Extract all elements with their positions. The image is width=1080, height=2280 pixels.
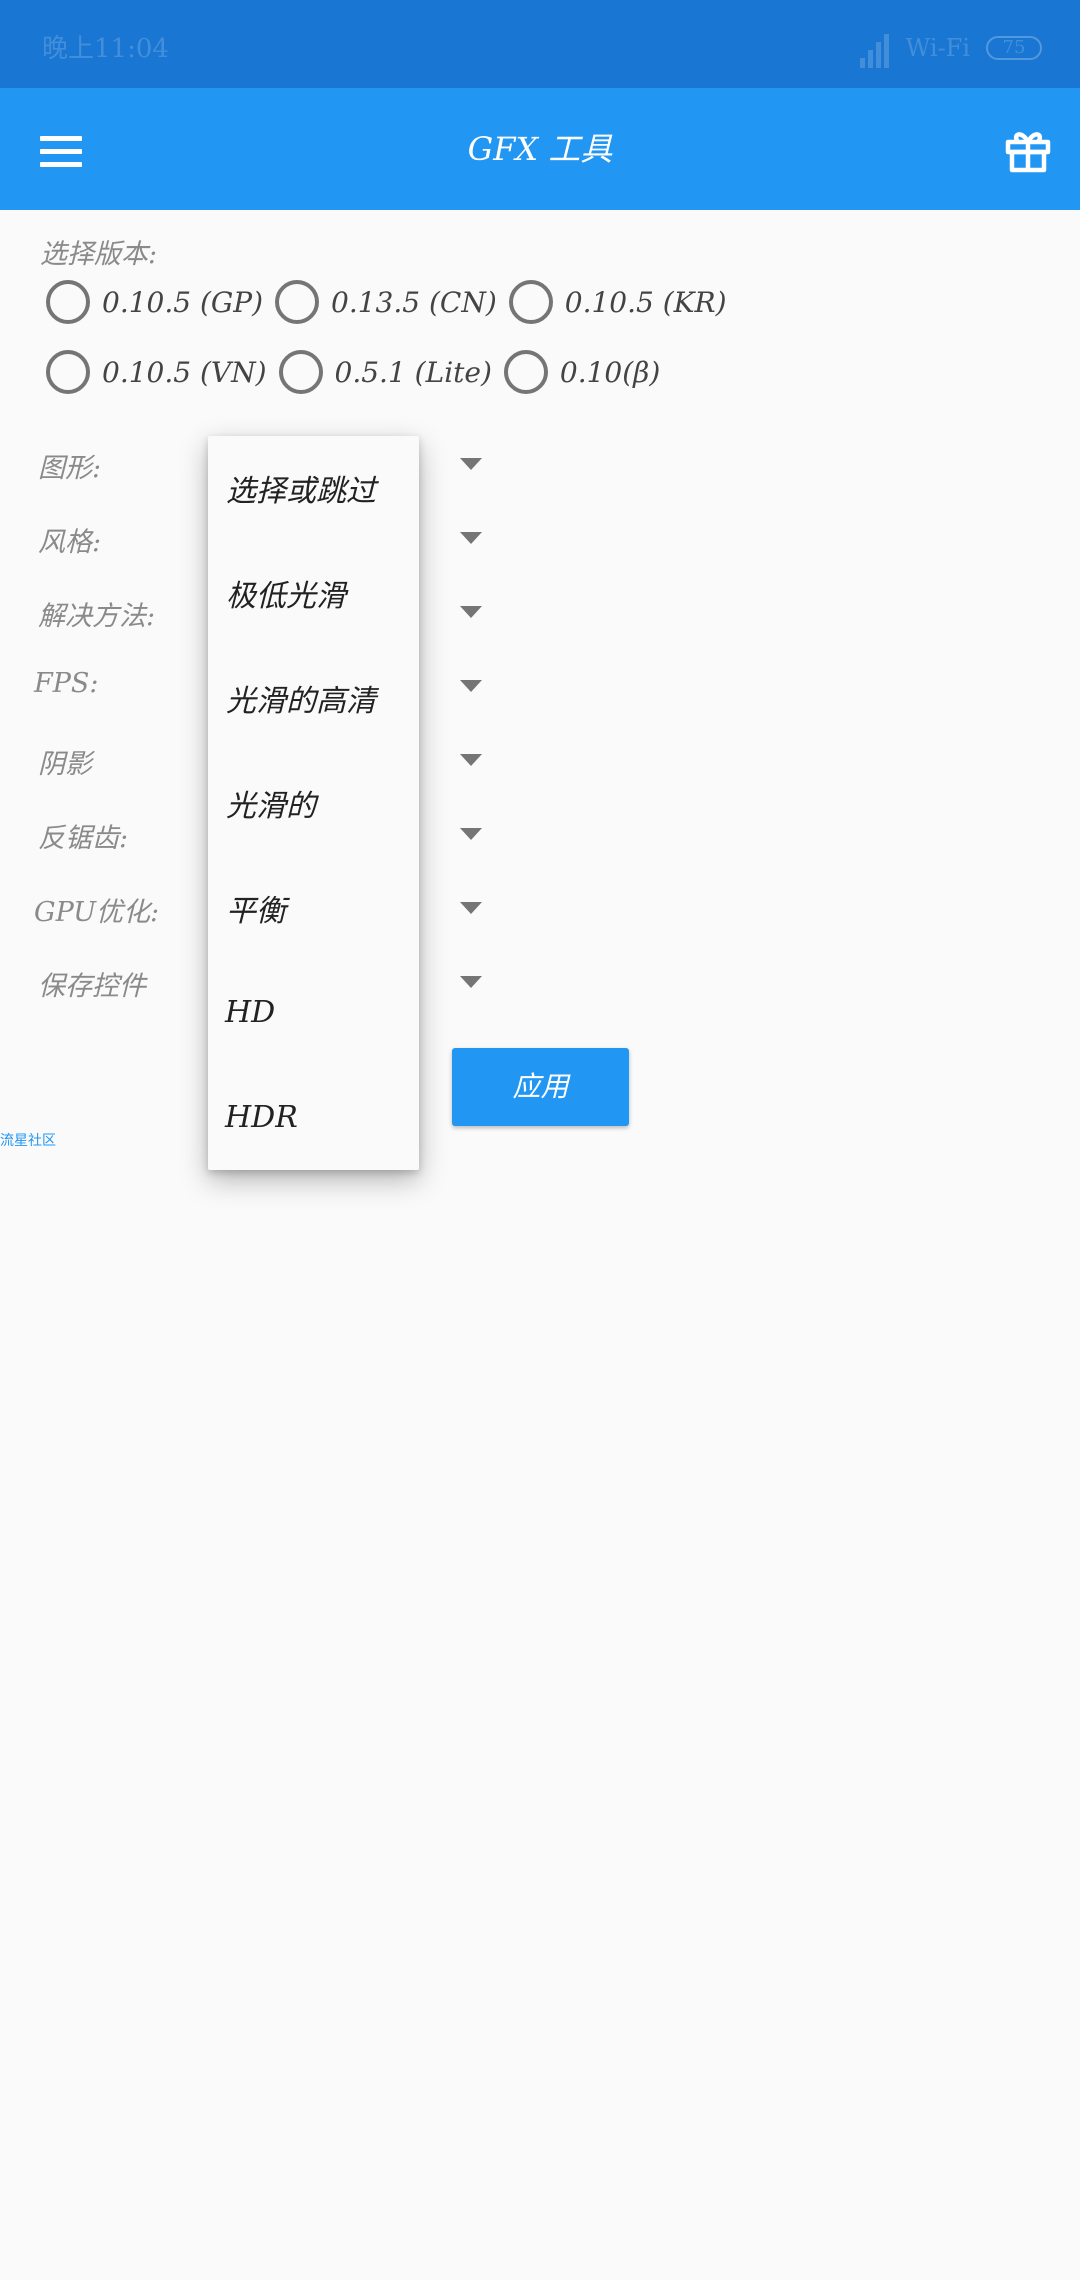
status-bar: 晚上11:04 Wi-Fi 75 bbox=[0, 0, 1080, 88]
antialias-dropdown-arrow-icon[interactable] bbox=[460, 828, 482, 840]
shadow-label: 阴影 bbox=[38, 749, 92, 780]
radio-label: 0.10.5 (VN) bbox=[102, 355, 267, 389]
radio-button[interactable] bbox=[46, 350, 90, 394]
radio-button[interactable] bbox=[503, 350, 548, 394]
version-row-2: 0.10.5 (VN) 0.5.1 (Lite) 0.10(β) bbox=[46, 350, 672, 394]
dropdown-item-smooth-hd[interactable]: 光滑的高清 bbox=[208, 646, 419, 751]
radio-button[interactable] bbox=[278, 350, 323, 394]
shadow-dropdown-arrow-icon[interactable] bbox=[460, 754, 482, 766]
graphics-label: 图形: bbox=[38, 453, 102, 484]
apply-button[interactable]: 应用 bbox=[452, 1048, 629, 1126]
radio-version-cn[interactable]: 0.13.5 (CN) bbox=[275, 280, 497, 324]
dropdown-item-hd[interactable]: HD bbox=[208, 960, 419, 1065]
gpu-dropdown-arrow-icon[interactable] bbox=[460, 902, 482, 914]
radio-version-vn[interactable]: 0.10.5 (VN) bbox=[46, 350, 267, 394]
radio-version-kr[interactable]: 0.10.5 (KR) bbox=[508, 280, 727, 324]
fps-label: FPS: bbox=[34, 668, 99, 699]
graphics-dropdown-menu: 选择或跳过 极低光滑 光滑的高清 光滑的 平衡 HD HDR bbox=[208, 436, 419, 1170]
page-title: GFX 工具 bbox=[467, 130, 613, 168]
radio-button[interactable] bbox=[46, 280, 90, 324]
style-dropdown-arrow-icon[interactable] bbox=[460, 532, 482, 544]
dropdown-item-smooth[interactable]: 光滑的 bbox=[208, 750, 419, 855]
resolution-label: 解决方法: bbox=[38, 601, 156, 632]
version-row-1: 0.10.5 (GP) 0.13.5 (CN) 0.10.5 (KR) bbox=[46, 280, 739, 324]
graphics-dropdown-arrow-icon[interactable] bbox=[460, 458, 482, 470]
radio-version-gp[interactable]: 0.10.5 (GP) bbox=[46, 280, 263, 324]
wifi-icon: Wi-Fi bbox=[905, 34, 970, 62]
radio-label: 0.10.5 (KR) bbox=[564, 285, 727, 319]
radio-version-lite[interactable]: 0.5.1 (Lite) bbox=[278, 350, 492, 394]
radio-label: 0.13.5 (CN) bbox=[331, 285, 497, 319]
battery-icon: 75 bbox=[986, 36, 1042, 60]
fps-dropdown-arrow-icon[interactable] bbox=[460, 680, 482, 692]
dropdown-item-hdr[interactable]: HDR bbox=[208, 1065, 419, 1170]
gpu-label: GPU优化: bbox=[34, 897, 160, 928]
status-icons: Wi-Fi 75 bbox=[859, 28, 1042, 68]
dropdown-item-very-low-smooth[interactable]: 极低光滑 bbox=[208, 541, 419, 646]
radio-label: 0.10(β) bbox=[559, 355, 661, 389]
radio-label: 0.10.5 (GP) bbox=[102, 285, 264, 319]
style-label: 风格: bbox=[38, 527, 102, 558]
radio-version-beta[interactable]: 0.10(β) bbox=[503, 350, 661, 394]
app-bar: GFX 工具 bbox=[0, 88, 1080, 210]
version-label: 选择版本: bbox=[40, 239, 158, 270]
community-link[interactable]: 流星社区 bbox=[0, 1130, 56, 1150]
dropdown-item-balanced[interactable]: 平衡 bbox=[208, 855, 419, 960]
radio-label: 0.5.1 (Lite) bbox=[334, 355, 492, 389]
save-controls-dropdown-arrow-icon[interactable] bbox=[460, 976, 482, 988]
antialias-label: 反锯齿: bbox=[38, 823, 129, 854]
signal-icon bbox=[859, 28, 890, 68]
status-time: 晚上11:04 bbox=[42, 34, 169, 64]
save-controls-label: 保存控件 bbox=[38, 971, 146, 1002]
radio-button[interactable] bbox=[508, 280, 553, 324]
gift-icon[interactable] bbox=[1004, 126, 1052, 174]
resolution-dropdown-arrow-icon[interactable] bbox=[460, 606, 482, 618]
dropdown-item-skip[interactable]: 选择或跳过 bbox=[208, 436, 419, 541]
radio-button[interactable] bbox=[275, 280, 320, 324]
